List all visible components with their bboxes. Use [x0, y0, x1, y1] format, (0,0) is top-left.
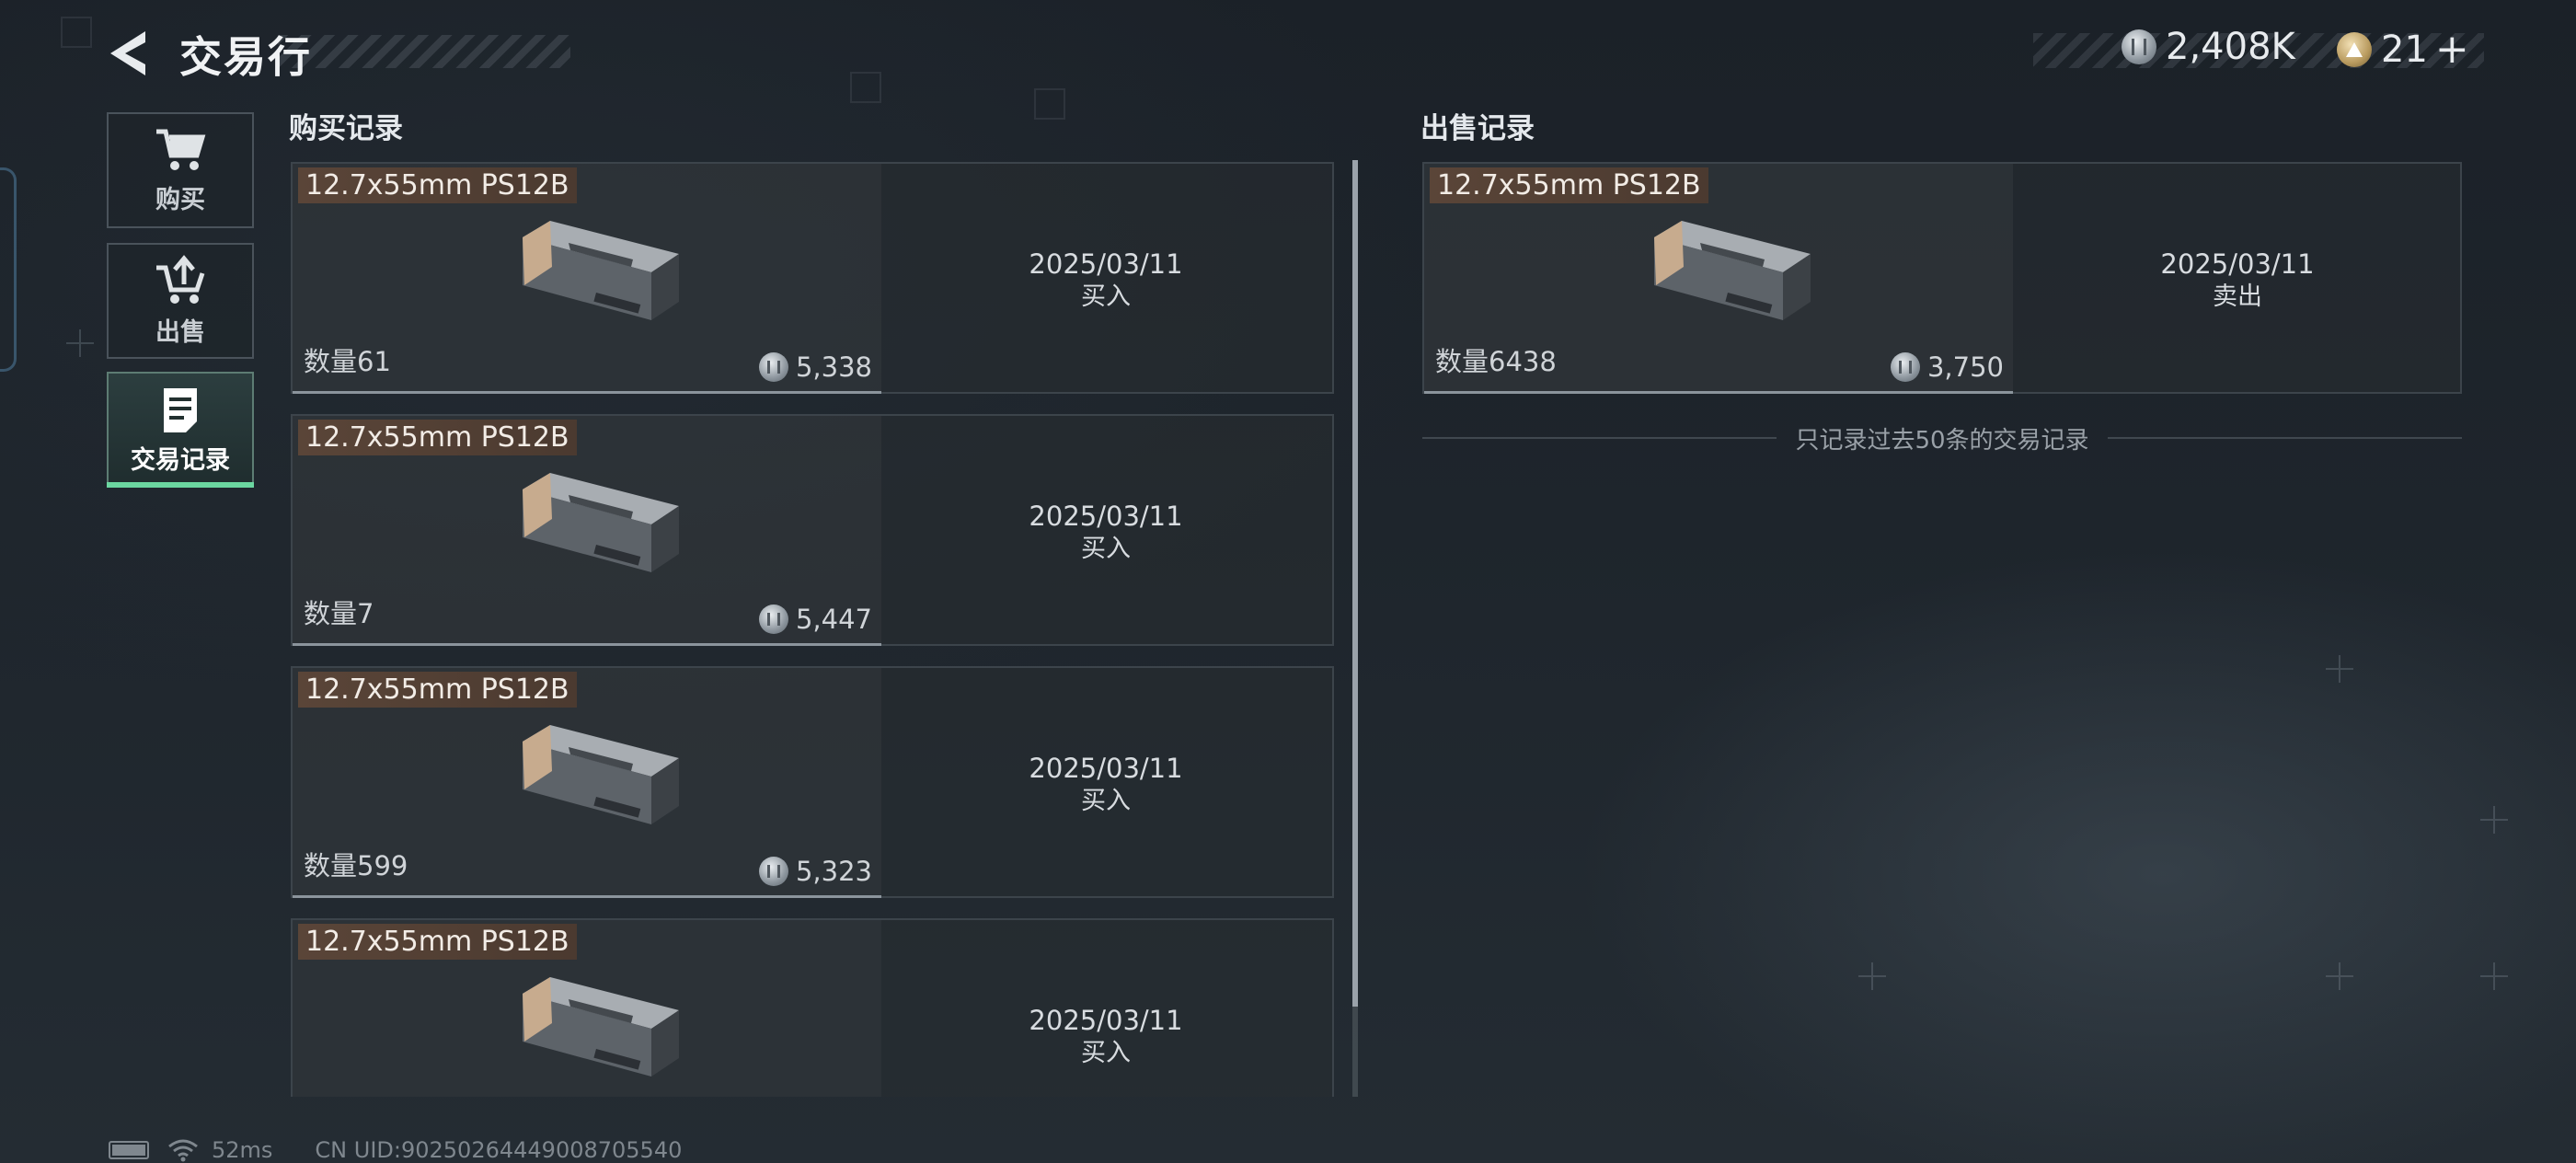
item-quantity: 数量61	[304, 346, 391, 377]
silver-amount: 2,408K	[2166, 26, 2295, 68]
scrollbar-thumb[interactable]	[1352, 160, 1358, 1007]
record-date: 2025/03/11	[1029, 248, 1183, 280]
item-image-area: 12.7x55mm PS12B	[293, 920, 881, 1097]
divider	[1422, 437, 1777, 439]
gold-amount: 21	[2381, 28, 2428, 71]
nav-sell-label: 出售	[155, 317, 205, 347]
record-type: 买入	[1081, 787, 1131, 815]
decor-crosshair	[2480, 806, 2508, 834]
wifi-icon	[168, 1139, 198, 1162]
buy-record-card[interactable]: 12.7x55mm PS12B 2025/03/11 买入	[291, 918, 1334, 1097]
item-image-area: 12.7x55mm PS12B 数量61 5,338	[293, 164, 881, 394]
nav-trade-records[interactable]: 交易记录	[107, 372, 254, 488]
decor-crosshair	[66, 329, 94, 357]
uid-text: CN UID:90250264449008705540	[315, 1137, 683, 1163]
silver-currency: 2,408K	[2122, 26, 2295, 68]
item-price: 5,323	[758, 856, 872, 887]
item-price: 3,750	[1890, 351, 2004, 383]
item-price: 5,338	[758, 351, 872, 383]
record-type: 买入	[1081, 282, 1131, 311]
item-name: 12.7x55mm PS12B	[1430, 167, 1708, 203]
item-image-area: 12.7x55mm PS12B 数量7 5,447	[293, 416, 881, 646]
silver-coin-icon	[758, 605, 788, 634]
buy-record-card[interactable]: 12.7x55mm PS12B 数量61 5,338 2025/03/11 买入	[291, 162, 1334, 394]
divider	[293, 643, 881, 646]
nav-buy[interactable]: 购买	[107, 112, 254, 228]
gold-currency[interactable]: 21 +	[2337, 26, 2469, 73]
buy-record-card[interactable]: 12.7x55mm PS12B 数量7 5,447 2025/03/11 买入	[291, 414, 1334, 646]
records-limit-note: 只记录过去50条的交易记录	[1422, 421, 2462, 455]
nav-buy-label: 购买	[155, 185, 205, 214]
side-drawer-tab[interactable]	[0, 167, 17, 372]
battery-icon	[109, 1141, 149, 1159]
decor-crosshair	[2326, 655, 2353, 683]
sell-record-card[interactable]: 12.7x55mm PS12B 数量6438 3,750 2025/03/11 …	[1422, 162, 2462, 394]
back-button[interactable]	[103, 26, 155, 81]
buy-records-heading: 购买记录	[289, 112, 403, 145]
decor-crosshair	[1858, 962, 1886, 990]
decor-crosshair	[2480, 962, 2508, 990]
divider	[2107, 437, 2462, 439]
item-image-area: 12.7x55mm PS12B 数量599 5,323	[293, 668, 881, 898]
record-icon	[164, 387, 197, 432]
record-date: 2025/03/11	[1029, 501, 1183, 532]
record-date: 2025/03/11	[1029, 1005, 1183, 1036]
item-name: 12.7x55mm PS12B	[298, 167, 577, 203]
buy-record-card[interactable]: 12.7x55mm PS12B 数量599 5,323 2025/03/11 买…	[291, 666, 1334, 898]
plus-icon[interactable]: +	[2435, 26, 2469, 73]
cart-icon	[156, 129, 206, 170]
record-type: 买入	[1081, 1039, 1131, 1067]
ammo-box-icon	[523, 221, 679, 320]
silver-coin-icon	[2122, 29, 2156, 64]
item-price: 5,447	[758, 604, 872, 635]
decor-square	[1034, 88, 1065, 120]
nav-sell[interactable]: 出售	[107, 243, 254, 359]
record-date: 2025/03/11	[1029, 753, 1183, 784]
divider	[1424, 391, 2013, 394]
page-title: 交易行	[179, 32, 312, 82]
ammo-box-icon	[523, 977, 679, 1077]
silver-coin-icon	[758, 857, 788, 886]
silver-coin-icon	[758, 352, 788, 382]
active-indicator	[107, 482, 254, 488]
decor-square	[61, 17, 92, 48]
ammo-box-icon	[1654, 221, 1811, 320]
sell-cart-icon	[156, 254, 205, 304]
buy-records-scrollbar[interactable]	[1352, 160, 1358, 1097]
record-date: 2025/03/11	[2160, 248, 2315, 280]
record-type: 买入	[1081, 535, 1131, 563]
item-name: 12.7x55mm PS12B	[298, 672, 577, 708]
back-arrow-icon	[110, 31, 145, 75]
item-quantity: 数量599	[304, 850, 408, 881]
ammo-box-icon	[523, 473, 679, 572]
sell-records-heading: 出售记录	[1420, 112, 1535, 145]
item-name: 12.7x55mm PS12B	[298, 420, 577, 455]
records-limit-text: 只记录过去50条的交易记录	[1795, 426, 2089, 455]
ammo-box-icon	[523, 725, 679, 824]
record-type: 卖出	[2213, 282, 2262, 311]
title-stripe	[278, 35, 570, 68]
divider	[293, 391, 881, 394]
nav-trade-records-label: 交易记录	[131, 445, 230, 475]
silver-coin-icon	[1890, 352, 1920, 382]
divider	[293, 895, 881, 898]
gold-coin-icon	[2337, 31, 2372, 67]
ping-value: 52ms	[212, 1137, 273, 1163]
status-bar: 52ms CN UID:90250264449008705540	[109, 1137, 682, 1163]
item-quantity: 数量6438	[1435, 346, 1557, 377]
decor-square	[850, 72, 881, 103]
item-quantity: 数量7	[304, 598, 374, 629]
decor-crosshair	[2326, 962, 2353, 990]
item-name: 12.7x55mm PS12B	[298, 924, 577, 960]
item-image-area: 12.7x55mm PS12B 数量6438 3,750	[1424, 164, 2013, 394]
